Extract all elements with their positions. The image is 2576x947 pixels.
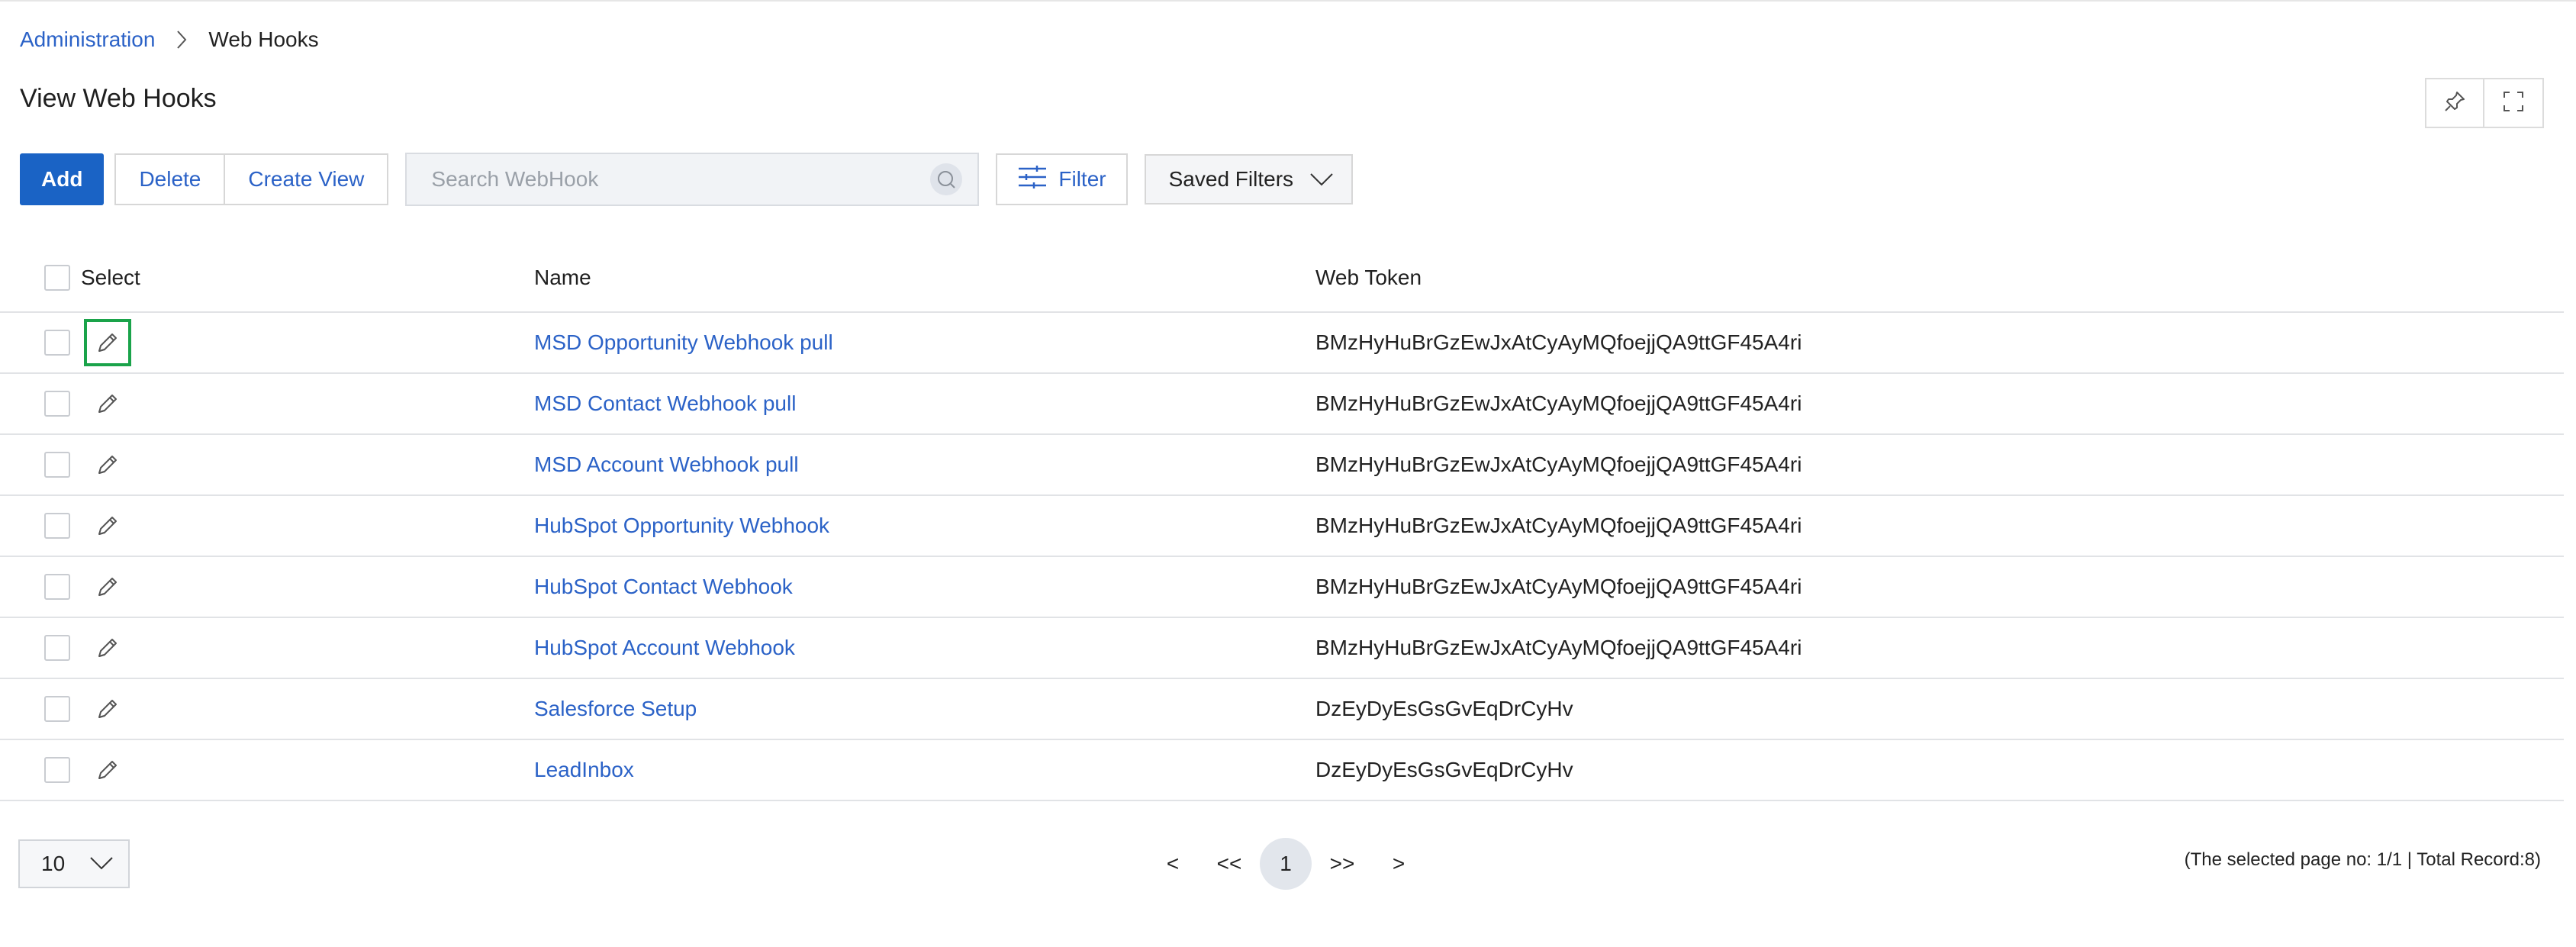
current-page-button[interactable]: 1: [1260, 838, 1312, 890]
web-token-cell: DzEyDyEsGsGvEqDrCyHv: [1315, 758, 1573, 781]
pencil-icon[interactable]: [84, 685, 131, 733]
column-header-web-token[interactable]: Web Token: [1315, 266, 1422, 290]
search-box: [405, 153, 980, 206]
table-row: LeadInbox DzEyDyEsGsGvEqDrCyHv: [0, 740, 2564, 801]
page-size-select[interactable]: 10: [18, 839, 130, 888]
table-row: Salesforce Setup DzEyDyEsGsGvEqDrCyHv: [0, 679, 2564, 740]
search-icon[interactable]: [930, 163, 963, 195]
column-header-select: Select: [81, 266, 140, 289]
row-checkbox[interactable]: [44, 696, 70, 722]
webhooks-table: Select Name Web Token MSD Opportunity We…: [0, 244, 2564, 801]
webhook-name-link[interactable]: HubSpot Contact Webhook: [534, 575, 793, 598]
delete-button[interactable]: Delete: [114, 153, 226, 205]
webhook-name-link[interactable]: MSD Opportunity Webhook pull: [534, 330, 833, 354]
record-info: (The selected page no: 1/1 | Total Recor…: [2184, 849, 2541, 870]
first-page-button[interactable]: <<: [1203, 838, 1255, 890]
add-button[interactable]: Add: [20, 153, 105, 205]
create-view-button[interactable]: Create View: [225, 153, 389, 205]
fullscreen-button[interactable]: [2484, 78, 2544, 128]
web-token-cell: BMzHyHuBrGzEwJxAtCyAyMQfoejjQA9ttGF45A4r…: [1315, 391, 1802, 415]
table-header: Select Name Web Token: [0, 244, 2564, 313]
search-input[interactable]: [430, 166, 931, 192]
action-button-group: Delete Create View: [114, 153, 389, 205]
pagination: < << 1 >> >: [1145, 838, 1427, 890]
pencil-icon[interactable]: [84, 380, 131, 427]
row-checkbox[interactable]: [44, 330, 70, 356]
page-title: View Web Hooks: [20, 84, 217, 113]
table-row: MSD Account Webhook pull BMzHyHuBrGzEwJxA…: [0, 435, 2564, 496]
pencil-icon[interactable]: [84, 563, 131, 610]
next-page-button[interactable]: >: [1373, 838, 1425, 890]
pencil-icon[interactable]: [84, 441, 131, 488]
page-size-value: 10: [41, 852, 66, 875]
row-checkbox[interactable]: [44, 513, 70, 539]
sliders-icon: [1017, 164, 1048, 195]
row-checkbox[interactable]: [44, 391, 70, 417]
breadcrumb-current: Web Hooks: [208, 27, 319, 51]
filter-button[interactable]: Filter: [996, 153, 1128, 205]
web-token-cell: BMzHyHuBrGzEwJxAtCyAyMQfoejjQA9ttGF45A4r…: [1315, 575, 1802, 598]
saved-filters-dropdown[interactable]: Saved Filters: [1144, 154, 1354, 205]
webhook-name-link[interactable]: LeadInbox: [534, 758, 634, 781]
table-row: HubSpot Account Webhook BMzHyHuBrGzEwJxAt…: [0, 618, 2564, 679]
web-token-cell: BMzHyHuBrGzEwJxAtCyAyMQfoejjQA9ttGF45A4r…: [1315, 330, 1802, 354]
web-token-cell: BMzHyHuBrGzEwJxAtCyAyMQfoejjQA9ttGF45A4r…: [1315, 514, 1802, 537]
table-row: MSD Opportunity Webhook pull BMzHyHuBrGzE…: [0, 313, 2564, 374]
view-controls: [2425, 78, 2544, 128]
webhook-name-link[interactable]: MSD Account Webhook pull: [534, 453, 799, 476]
pin-icon: [2442, 89, 2467, 118]
last-page-button[interactable]: >>: [1316, 838, 1368, 890]
pencil-icon[interactable]: [84, 319, 131, 366]
breadcrumb-administration-link[interactable]: Administration: [20, 27, 155, 52]
webhook-name-link[interactable]: MSD Contact Webhook pull: [534, 391, 796, 415]
table-row: MSD Contact Webhook pull BMzHyHuBrGzEwJxA…: [0, 374, 2564, 435]
row-checkbox[interactable]: [44, 452, 70, 478]
select-all-checkbox[interactable]: [44, 265, 70, 291]
webhook-name-link[interactable]: HubSpot Opportunity Webhook: [534, 514, 829, 537]
webhook-name-link[interactable]: Salesforce Setup: [534, 697, 697, 720]
column-header-name[interactable]: Name: [534, 266, 1315, 290]
chevron-right-icon: [155, 29, 208, 50]
table-row: HubSpot Contact Webhook BMzHyHuBrGzEwJxAt…: [0, 557, 2564, 618]
row-checkbox[interactable]: [44, 574, 70, 600]
prev-page-button[interactable]: <: [1147, 838, 1199, 890]
fullscreen-icon: [2501, 89, 2526, 118]
pin-button[interactable]: [2425, 78, 2484, 128]
chevron-down-icon: [89, 852, 114, 876]
top-divider: [0, 0, 2576, 2]
table-body: MSD Opportunity Webhook pull BMzHyHuBrGzE…: [0, 313, 2564, 801]
pencil-icon[interactable]: [84, 502, 131, 549]
row-checkbox[interactable]: [44, 757, 70, 783]
pencil-icon[interactable]: [84, 624, 131, 672]
chevron-down-icon: [1309, 172, 1335, 187]
web-token-cell: BMzHyHuBrGzEwJxAtCyAyMQfoejjQA9ttGF45A4r…: [1315, 636, 1802, 659]
webhook-name-link[interactable]: HubSpot Account Webhook: [534, 636, 795, 659]
web-token-cell: DzEyDyEsGsGvEqDrCyHv: [1315, 697, 1573, 720]
saved-filters-label: Saved Filters: [1168, 167, 1294, 191]
row-checkbox[interactable]: [44, 635, 70, 661]
web-token-cell: BMzHyHuBrGzEwJxAtCyAyMQfoejjQA9ttGF45A4r…: [1315, 453, 1802, 476]
filter-label: Filter: [1058, 167, 1106, 191]
table-row: HubSpot Opportunity Webhook BMzHyHuBrGzEw…: [0, 496, 2564, 557]
pencil-icon[interactable]: [84, 746, 131, 794]
breadcrumb: Administration Web Hooks: [20, 24, 319, 55]
toolbar: Add Delete Create View Filter Saved Filt…: [20, 153, 1354, 206]
